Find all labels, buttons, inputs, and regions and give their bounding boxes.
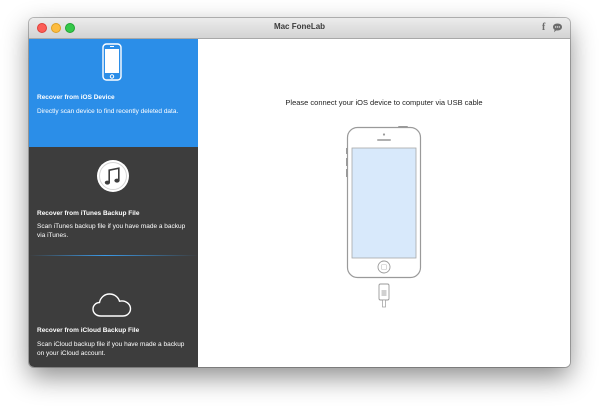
sidebar-item-title: Recover from iOS Device [37,94,115,101]
sidebar-item-icloud-backup[interactable]: Recover from iCloud Backup File Scan iCl… [29,257,198,367]
itunes-icon [97,160,129,192]
sidebar-item-description: Directly scan device to find recently de… [37,108,179,115]
sidebar-item-ios-device[interactable]: Recover from iOS Device Directly scan de… [29,39,198,147]
icloud-icon [92,293,132,317]
sidebar: Recover from iOS Device Directly scan de… [29,39,198,367]
app-window: Mac FoneLab f Recover from iOS Device Di… [29,18,570,367]
connect-instruction: Please connect your iOS device to comput… [285,98,483,107]
main-content: Please connect your iOS device to comput… [198,39,570,367]
sidebar-item-description: Scan iTunes backup file if you have made… [37,223,186,239]
iphone-icon [102,43,122,81]
sidebar-item-title: Recover from iCloud Backup File [37,327,140,334]
facebook-icon[interactable]: f [542,22,545,34]
divider [29,255,198,256]
sidebar-item-title: Recover from iTunes Backup File [37,210,140,217]
chat-icon[interactable] [552,22,563,34]
sidebar-item-itunes-backup[interactable]: Recover from iTunes Backup File Scan iTu… [29,147,198,257]
iphone-usb-illustration [346,126,422,308]
sidebar-item-description: Scan iCloud backup file if you have made… [37,341,185,357]
title-bar: Mac FoneLab f [29,18,570,39]
window-title: Mac FoneLab [273,22,326,31]
